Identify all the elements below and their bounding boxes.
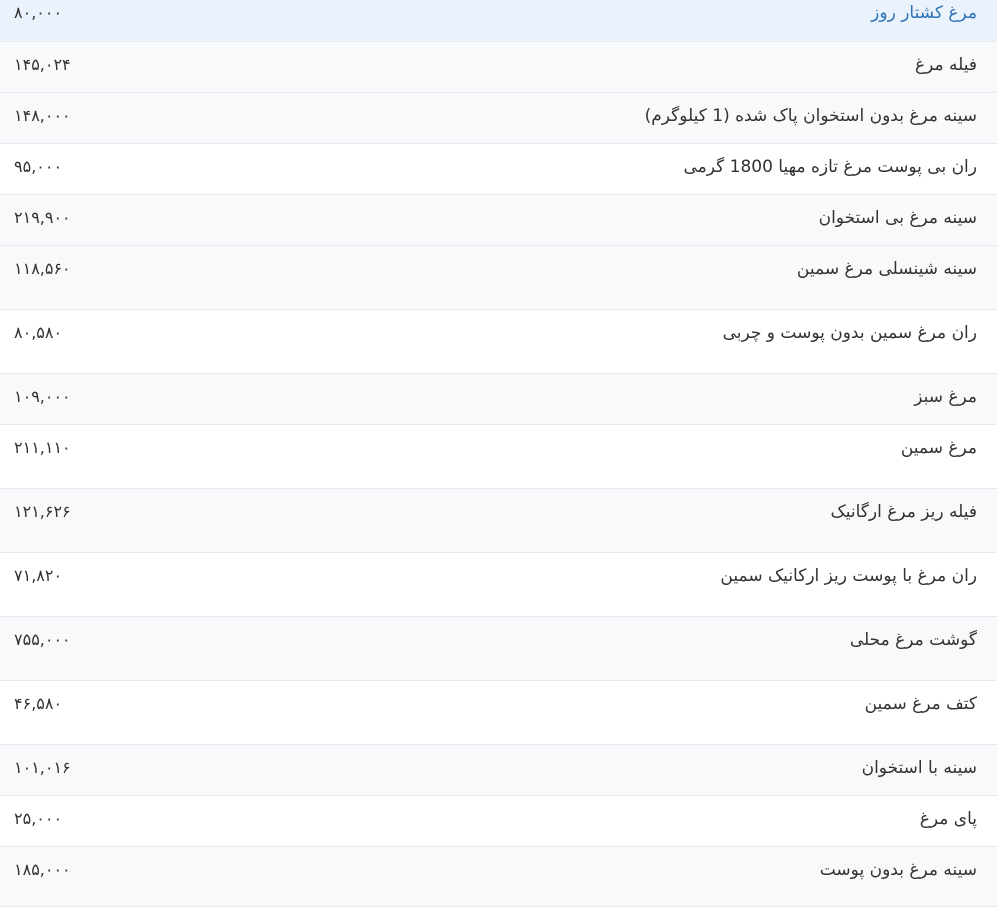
product-name[interactable]: سینه با استخوان	[300, 744, 997, 796]
product-name[interactable]: فیله ریز مرغ ارگانیک	[300, 488, 997, 553]
product-name[interactable]: کتف مرغ سمین	[300, 680, 997, 745]
table-row: سینه شینسلی مرغ سمین ۱۱۸,۵۶۰	[0, 245, 997, 310]
table-row: ران مرغ با پوست ریز ارکانیک سمین ۷۱,۸۲۰	[0, 552, 997, 617]
table-row: سینه با استخوان ۱۰۱,۰۱۶	[0, 744, 997, 796]
product-price: ۸۰,۰۰۰	[0, 0, 300, 42]
product-name[interactable]: ران بی پوست مرغ تازه مهیا 1800 گرمی	[300, 143, 997, 195]
table-row: مرغ کشتار روز ۸۰,۰۰۰	[0, 0, 997, 42]
product-price: ۱۴۵,۰۲۴	[0, 41, 300, 93]
product-name[interactable]: ران مرغ سمین بدون پوست و چربی	[300, 309, 997, 374]
product-name[interactable]: مرغ سبز	[300, 373, 997, 425]
product-price: ۱۲۱,۶۲۶	[0, 488, 300, 553]
table-row: گوشت مرغ محلی ۷۵۵,۰۰۰	[0, 616, 997, 681]
table-row: سینه مرغ بی استخوان ۲۱۹,۹۰۰	[0, 194, 997, 246]
product-price: ۸۰,۵۸۰	[0, 309, 300, 374]
product-price: ۷۱,۸۲۰	[0, 552, 300, 617]
product-price: ۱۱۸,۵۶۰	[0, 245, 300, 310]
product-name[interactable]: مرغ سمین	[300, 424, 997, 489]
product-price: ۱۰۱,۰۱۶	[0, 744, 300, 796]
table-row: ران بی پوست مرغ تازه مهیا 1800 گرمی ۹۵,۰…	[0, 143, 997, 195]
table-row: ران مرغ سمین بدون پوست و چربی ۸۰,۵۸۰	[0, 309, 997, 374]
table-row: فیله مرغ ۱۴۵,۰۲۴	[0, 41, 997, 93]
product-name[interactable]: سینه مرغ بدون استخوان پاک شده (1 کیلوگرم…	[300, 92, 997, 144]
table-row: سینه مرغ بدون پوست ۱۸۵,۰۰۰	[0, 846, 997, 907]
table-row: مرغ سمین ۲۱۱,۱۱۰	[0, 424, 997, 489]
product-price: ۱۴۸,۰۰۰	[0, 92, 300, 144]
product-name[interactable]: سینه مرغ بی استخوان	[300, 194, 997, 246]
table-row: کتف مرغ سمین ۴۶,۵۸۰	[0, 680, 997, 745]
price-table: مرغ کشتار روز ۸۰,۰۰۰ فیله مرغ ۱۴۵,۰۲۴ سی…	[0, 0, 997, 907]
product-price: ۱۸۵,۰۰۰	[0, 846, 300, 907]
table-row: سینه مرغ بدون استخوان پاک شده (1 کیلوگرم…	[0, 92, 997, 144]
product-name[interactable]: پای مرغ	[300, 795, 997, 847]
product-name[interactable]: مرغ کشتار روز	[300, 0, 997, 42]
product-name[interactable]: گوشت مرغ محلی	[300, 616, 997, 681]
product-price: ۴۶,۵۸۰	[0, 680, 300, 745]
table-row: فیله ریز مرغ ارگانیک ۱۲۱,۶۲۶	[0, 488, 997, 553]
table-row: مرغ سبز ۱۰۹,۰۰۰	[0, 373, 997, 425]
product-price: ۲۱۱,۱۱۰	[0, 424, 300, 489]
product-name[interactable]: فیله مرغ	[300, 41, 997, 93]
product-name[interactable]: سینه شینسلی مرغ سمین	[300, 245, 997, 310]
table-row: پای مرغ ۲۵,۰۰۰	[0, 795, 997, 847]
product-price: ۹۵,۰۰۰	[0, 143, 300, 195]
product-name[interactable]: سینه مرغ بدون پوست	[300, 846, 997, 907]
product-price: ۲۱۹,۹۰۰	[0, 194, 300, 246]
product-price: ۷۵۵,۰۰۰	[0, 616, 300, 681]
product-price: ۱۰۹,۰۰۰	[0, 373, 300, 425]
product-name[interactable]: ران مرغ با پوست ریز ارکانیک سمین	[300, 552, 997, 617]
product-price: ۲۵,۰۰۰	[0, 795, 300, 847]
